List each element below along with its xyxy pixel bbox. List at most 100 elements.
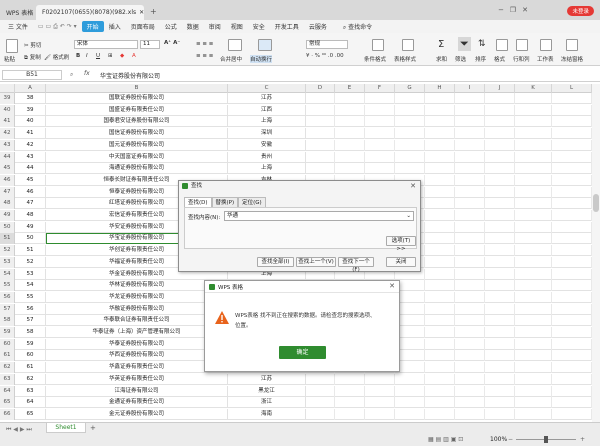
empty-cell[interactable] xyxy=(485,198,515,210)
copy-button[interactable]: ⧉ 复制 xyxy=(24,53,41,62)
empty-cell[interactable] xyxy=(515,139,552,151)
cell-a[interactable]: 62 xyxy=(15,373,46,385)
format-painter-button[interactable]: 🖌 格式刷 xyxy=(44,53,69,61)
column-header-f[interactable]: F xyxy=(365,84,395,93)
empty-cell[interactable] xyxy=(455,151,485,163)
empty-cell[interactable] xyxy=(552,385,592,397)
column-header-b[interactable]: B xyxy=(46,84,228,93)
cell-b[interactable]: 华林证券股份有限公司 xyxy=(46,280,228,292)
empty-cell[interactable] xyxy=(425,198,455,210)
empty-cell[interactable] xyxy=(515,397,552,409)
minimize-icon[interactable]: − xyxy=(498,6,504,14)
sort-label[interactable]: 排序 xyxy=(475,55,486,63)
menu-page-layout[interactable]: 页面布局 xyxy=(126,22,160,31)
row-header[interactable]: 50 xyxy=(0,221,15,233)
cell-a[interactable]: 39 xyxy=(15,104,46,116)
worksheet-icon[interactable] xyxy=(540,39,552,51)
empty-cell[interactable] xyxy=(425,233,455,245)
empty-cell[interactable] xyxy=(485,408,515,420)
menu-developer[interactable]: 开发工具 xyxy=(270,22,304,31)
empty-cell[interactable] xyxy=(395,385,425,397)
empty-cell[interactable] xyxy=(455,128,485,140)
empty-cell[interactable] xyxy=(552,210,592,221)
cell-b[interactable]: 中天国富证券有限公司 xyxy=(46,151,228,163)
row-header[interactable]: 59 xyxy=(0,327,15,338)
row-header[interactable]: 51 xyxy=(0,233,15,245)
empty-cell[interactable] xyxy=(306,116,335,128)
empty-cell[interactable] xyxy=(365,93,395,104)
cell-a[interactable]: 44 xyxy=(15,163,46,175)
cell-a[interactable]: 63 xyxy=(15,385,46,397)
empty-cell[interactable] xyxy=(365,151,395,163)
empty-cell[interactable] xyxy=(455,104,485,116)
add-sheet-icon[interactable]: + xyxy=(90,424,96,432)
row-header[interactable]: 47 xyxy=(0,186,15,198)
empty-cell[interactable] xyxy=(365,163,395,175)
empty-cell[interactable] xyxy=(515,104,552,116)
column-header-j[interactable]: J xyxy=(485,84,515,93)
cell-b[interactable]: 华西证券股份有限公司 xyxy=(46,350,228,362)
empty-cell[interactable] xyxy=(425,163,455,175)
empty-cell[interactable] xyxy=(306,397,335,409)
new-tab-icon[interactable]: + xyxy=(150,7,157,16)
menu-view[interactable]: 视图 xyxy=(226,22,248,31)
empty-cell[interactable] xyxy=(455,280,485,292)
cell-a[interactable]: 61 xyxy=(15,362,46,374)
cell-c[interactable]: 海南 xyxy=(228,408,306,420)
empty-cell[interactable] xyxy=(395,151,425,163)
row-col-icon[interactable] xyxy=(516,39,528,51)
row-header[interactable]: 56 xyxy=(0,291,15,303)
empty-cell[interactable] xyxy=(425,256,455,268)
empty-cell[interactable] xyxy=(485,385,515,397)
cell-a[interactable]: 60 xyxy=(15,350,46,362)
empty-cell[interactable] xyxy=(425,116,455,128)
column-header-d[interactable]: D xyxy=(306,84,335,93)
menu-home[interactable]: 开始 xyxy=(81,21,104,32)
font-color-icon[interactable]: A xyxy=(132,53,136,59)
find-what-input[interactable]: 华通 ⌄ xyxy=(224,211,414,221)
empty-cell[interactable] xyxy=(485,128,515,140)
empty-cell[interactable] xyxy=(455,186,485,198)
row-header[interactable]: 42 xyxy=(0,128,15,140)
cell-a[interactable]: 51 xyxy=(15,245,46,257)
empty-cell[interactable] xyxy=(455,163,485,175)
column-header-e[interactable]: E xyxy=(335,84,365,93)
filter-label[interactable]: 筛选 xyxy=(455,55,466,63)
menu-formulas[interactable]: 公式 xyxy=(160,22,182,31)
font-size-select[interactable]: 11 xyxy=(140,40,160,49)
empty-cell[interactable] xyxy=(425,385,455,397)
fx-icon[interactable]: fx xyxy=(84,70,90,77)
close-tab-icon[interactable]: ✕ xyxy=(139,9,144,16)
merge-center-icon[interactable] xyxy=(228,39,242,51)
empty-cell[interactable] xyxy=(515,362,552,374)
cell-a[interactable]: 56 xyxy=(15,303,46,315)
cell-c[interactable]: 安徽 xyxy=(228,139,306,151)
empty-cell[interactable] xyxy=(515,327,552,338)
empty-cell[interactable] xyxy=(335,116,365,128)
empty-cell[interactable] xyxy=(515,128,552,140)
menu-insert[interactable]: 插入 xyxy=(104,22,126,31)
empty-cell[interactable] xyxy=(455,198,485,210)
font-grow-icon[interactable]: A⁺ A⁻ xyxy=(164,40,180,46)
empty-cell[interactable] xyxy=(425,210,455,221)
empty-cell[interactable] xyxy=(485,245,515,257)
row-header[interactable]: 62 xyxy=(0,362,15,374)
cell-b[interactable]: 华英证券有限责任公司 xyxy=(46,373,228,385)
sheet-nav-icons[interactable]: ⏮ ◀ ▶ ⏭ xyxy=(6,426,32,434)
paste-icon[interactable] xyxy=(6,39,18,53)
empty-cell[interactable] xyxy=(485,280,515,292)
empty-cell[interactable] xyxy=(395,408,425,420)
empty-cell[interactable] xyxy=(485,362,515,374)
name-box[interactable]: B51 xyxy=(2,70,62,80)
row-header[interactable]: 49 xyxy=(0,210,15,221)
empty-cell[interactable] xyxy=(455,408,485,420)
empty-cell[interactable] xyxy=(425,303,455,315)
empty-cell[interactable] xyxy=(552,174,592,186)
empty-cell[interactable] xyxy=(455,327,485,338)
cell-a[interactable]: 65 xyxy=(15,408,46,420)
empty-cell[interactable] xyxy=(515,116,552,128)
close-window-icon[interactable]: ✕ xyxy=(522,6,528,14)
empty-cell[interactable] xyxy=(485,268,515,280)
empty-cell[interactable] xyxy=(306,373,335,385)
sum-label[interactable]: 求和 xyxy=(436,55,447,63)
